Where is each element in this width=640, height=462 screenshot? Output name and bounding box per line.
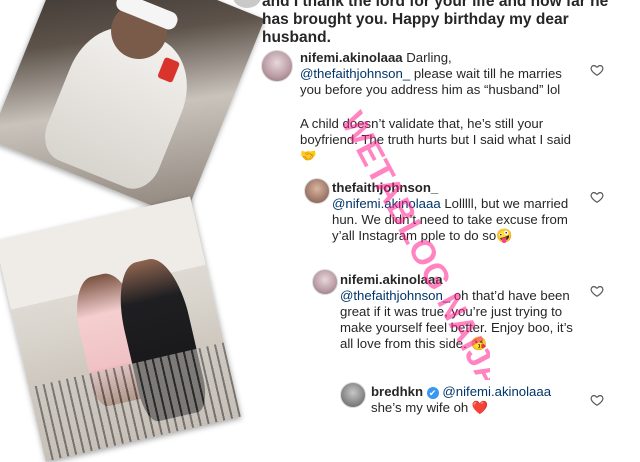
comment-text: nifemi.akinolaaa Darling, @thefaithjohns… [300,50,582,98]
post-author-avatar[interactable] [233,0,261,8]
post-photo-couple [0,196,241,462]
comment-username[interactable]: nifemi.akinolaaa [340,272,443,287]
comment-text: thefaithjohnson_ @nifemi.akinolaaa Lolll… [332,180,582,244]
comment-username[interactable]: thefaithjohnson_ [332,180,438,195]
avatar[interactable] [304,178,330,204]
heart-outline-icon[interactable] [590,393,604,407]
comment-username[interactable]: bredhkn [371,384,423,399]
avatar[interactable] [261,50,293,82]
avatar[interactable] [312,269,338,295]
comment-mention[interactable]: @nifemi.akinolaaa [332,196,441,211]
avatar[interactable] [340,382,366,408]
comment-mention[interactable]: @thefaithjohnson_ [300,66,410,81]
heart-outline-icon[interactable] [590,63,604,77]
comment-username[interactable]: nifemi.akinolaaa [300,50,403,65]
comment-mention[interactable]: @thefaithjohnson_ [340,288,450,303]
comment-text: nifemi.akinolaaa @thefaithjohnson_ oh th… [340,272,588,352]
post-photo-car [0,0,265,219]
comment-body: she’s my wife oh ❤️ [371,400,489,415]
comment-text: bredhkn ✔ @nifemi.akinolaaa she’s my wif… [371,384,591,416]
heart-outline-icon[interactable] [590,190,604,204]
comment-body-continued: A child doesn’t validate that, he’s stil… [300,116,571,163]
comment-mention[interactable]: @nifemi.akinolaaa [442,384,551,399]
heart-outline-icon[interactable] [590,284,604,298]
comment-lead: Darling, [406,50,452,65]
post-caption: and I thank the lord for your life and h… [262,0,609,46]
verified-badge-icon: ✔ [426,386,439,399]
